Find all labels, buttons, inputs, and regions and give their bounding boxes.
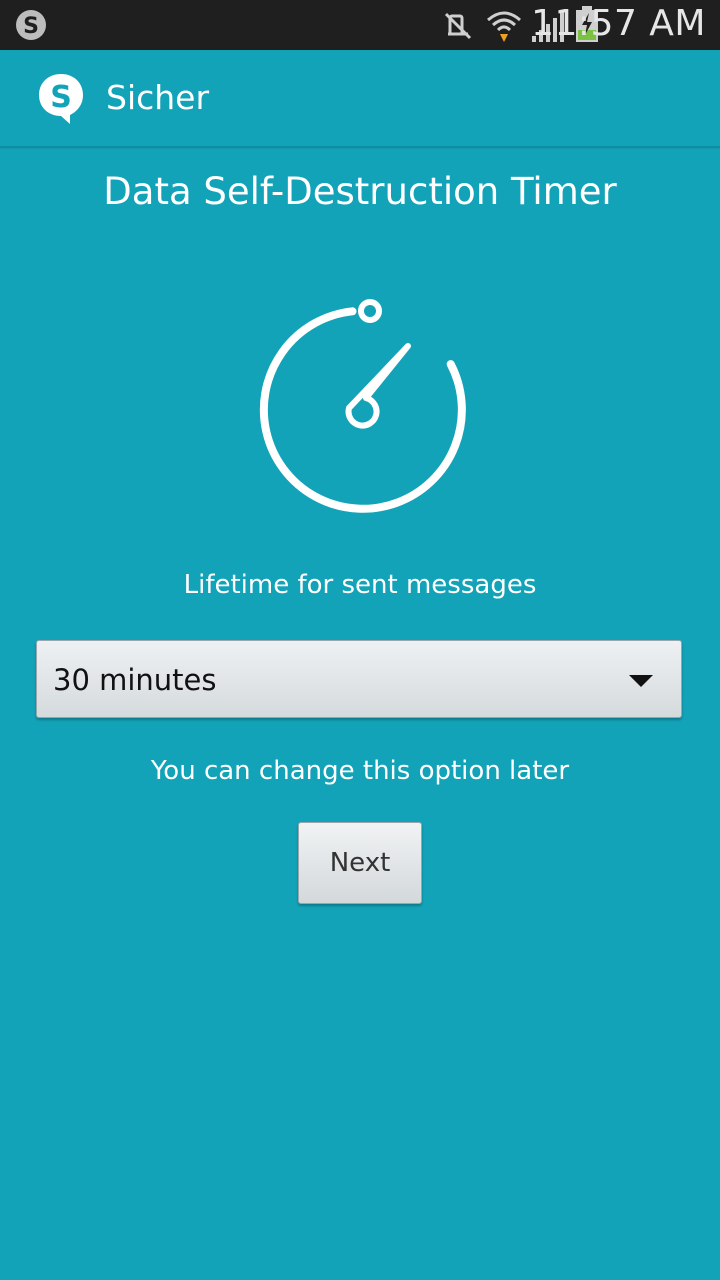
svg-text:S: S: [50, 80, 72, 115]
wifi-icon: [487, 11, 521, 42]
status-time: 11:57 AM: [531, 3, 706, 44]
lifetime-dropdown[interactable]: 30 minutes: [36, 640, 682, 718]
status-bar: S 11:57 AM: [0, 0, 720, 50]
skype-notification-icon: S: [16, 10, 46, 40]
lifetime-dropdown-value: 30 minutes: [53, 663, 217, 697]
lifetime-label: Lifetime for sent messages: [183, 570, 537, 600]
next-button[interactable]: Next: [298, 822, 422, 904]
sicher-logo-icon[interactable]: S: [36, 72, 86, 126]
app-title: Sicher: [106, 78, 210, 117]
stopwatch-icon: [259, 299, 466, 513]
svg-text:S: S: [23, 14, 39, 39]
page-title: Data Self-Destruction Timer: [103, 170, 617, 213]
mute-icon: [444, 12, 472, 40]
action-bar: S Sicher: [0, 50, 720, 148]
dropdown-arrow-icon: [629, 675, 653, 687]
hint-text: You can change this option later: [150, 756, 570, 786]
